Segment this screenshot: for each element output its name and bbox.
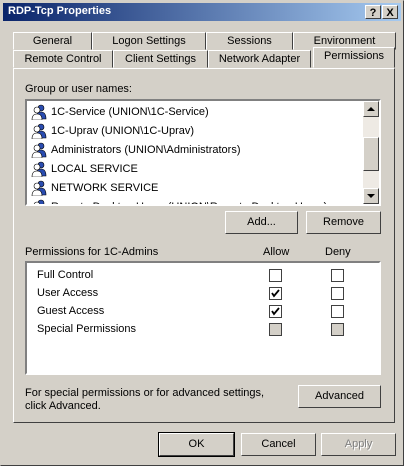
user-group-icon (31, 123, 47, 139)
allow-checkbox[interactable] (269, 269, 282, 282)
close-button[interactable]: X (382, 5, 398, 19)
list-item[interactable]: 1C-Uprav (UNION\1C-Uprav) (31, 122, 194, 140)
group-user-list[interactable]: 1C-Service (UNION\1C-Service) 1C-Uprav (U… (25, 99, 381, 206)
tab-general[interactable]: General (13, 32, 92, 50)
checkmark-icon (271, 289, 280, 298)
list-item[interactable]: LOCAL SERVICE (31, 160, 138, 178)
permissions-panel: Group or user names: 1C-Service (UNION\1… (13, 68, 395, 423)
tab-remote-control[interactable]: Remote Control (13, 50, 113, 68)
ok-button[interactable]: OK (158, 432, 235, 457)
checkmark-icon (271, 307, 280, 316)
scroll-thumb[interactable] (363, 137, 379, 171)
allow-checkbox[interactable] (269, 287, 282, 300)
permission-name: Full Control (37, 269, 94, 281)
allow-column-header: Allow (263, 246, 290, 258)
list-item[interactable]: Administrators (UNION\Administrators) (31, 141, 240, 159)
list-item[interactable]: NETWORK SERVICE (31, 179, 158, 197)
user-group-icon (31, 180, 47, 196)
tab-sessions[interactable]: Sessions (206, 32, 293, 50)
add-button[interactable]: Add... (225, 211, 298, 234)
scroll-up-icon[interactable] (363, 101, 379, 117)
allow-checkbox (269, 323, 282, 336)
tab-logon-settings[interactable]: Logon Settings (92, 32, 206, 50)
tab-client-settings[interactable]: Client Settings (113, 50, 208, 68)
advanced-button[interactable]: Advanced (298, 385, 381, 408)
user-group-icon (33, 199, 45, 204)
list-item[interactable]: 1C-Service (UNION\1C-Service) (31, 103, 209, 121)
deny-checkbox[interactable] (331, 287, 344, 300)
groups-label: Group or user names: (25, 83, 132, 95)
remove-button[interactable]: Remove (306, 211, 381, 234)
properties-window: RDP-Tcp Properties ? X General Logon Set… (0, 0, 404, 466)
list-item-label: NETWORK SERVICE (51, 182, 159, 194)
deny-checkbox (331, 323, 344, 336)
user-group-icon (31, 104, 47, 120)
apply-button[interactable]: Apply (321, 433, 396, 456)
list-item-label: Remote Desktop Users (UNION\Remote Deskt… (51, 201, 327, 204)
title-bar[interactable]: RDP-Tcp Properties ? X (3, 3, 401, 21)
list-item[interactable]: Remote Desktop Users (UNION\Remote Deskt… (31, 198, 327, 204)
user-group-icon (31, 142, 47, 158)
permissions-list: Full Control User Access Guest Access Speci… (25, 261, 381, 375)
advanced-note: For special permissions or for advanced … (25, 387, 265, 412)
list-item-label: 1C-Uprav (UNION\1C-Uprav) (51, 125, 195, 137)
permission-name: Guest Access (37, 305, 105, 317)
list-item-label: Administrators (UNION\Administrators) (51, 144, 241, 156)
list-item-label: 1C-Service (UNION\1C-Service) (51, 106, 209, 118)
tab-network-adapter[interactable]: Network Adapter (208, 50, 311, 68)
tab-permissions[interactable]: Permissions (313, 47, 395, 68)
vertical-scrollbar[interactable] (363, 101, 379, 204)
window-title: RDP-Tcp Properties (8, 5, 112, 17)
allow-checkbox[interactable] (269, 305, 282, 318)
help-button[interactable]: ? (365, 5, 381, 19)
cancel-button[interactable]: Cancel (241, 433, 316, 456)
user-group-icon (31, 161, 47, 177)
list-item-label: LOCAL SERVICE (51, 163, 138, 175)
deny-column-header: Deny (325, 246, 351, 258)
deny-checkbox[interactable] (331, 305, 344, 318)
deny-checkbox[interactable] (331, 269, 344, 282)
permission-name: Special Permissions (37, 323, 137, 335)
permissions-label: Permissions for 1C-Admins (25, 246, 159, 258)
permission-name: User Access (37, 287, 99, 299)
scroll-down-icon[interactable] (363, 188, 379, 204)
